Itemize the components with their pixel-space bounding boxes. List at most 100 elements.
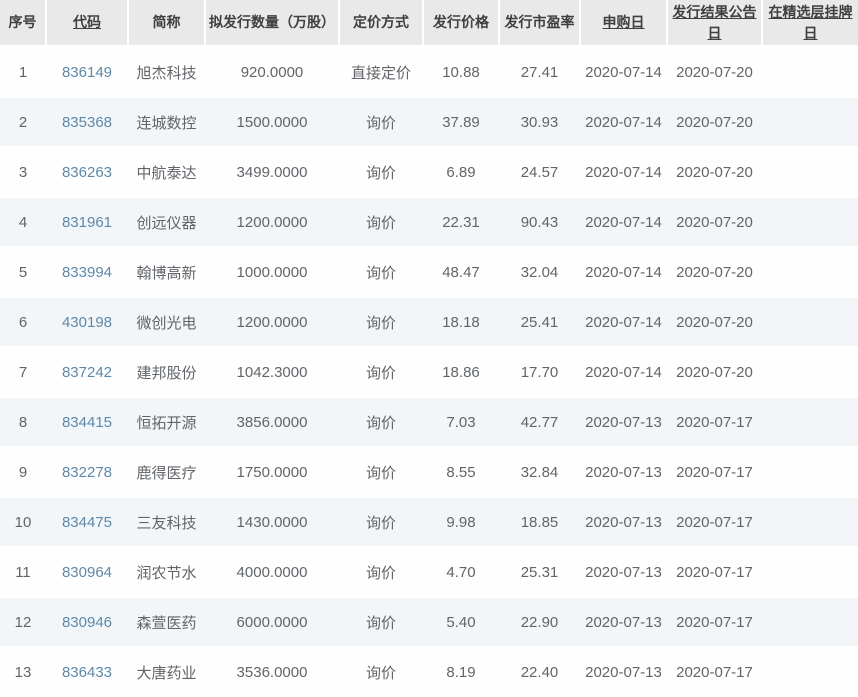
stock-code-link[interactable]: 830946: [62, 614, 112, 631]
cell-announcement-date: 2020-07-20: [667, 347, 762, 397]
cell-listing-date: [762, 597, 858, 647]
table-row: 9832278鹿得医疗1750.0000询价8.5532.842020-07-1…: [0, 447, 858, 497]
cell-pe-ratio-text: 30.93: [521, 114, 559, 131]
cell-name: 创远仪器: [128, 197, 205, 247]
col-header-listing-date[interactable]: 在精选层挂牌日: [762, 0, 858, 47]
stock-code-link[interactable]: 835368: [62, 114, 112, 131]
cell-issue-quantity-text: 1750.0000: [237, 464, 308, 481]
cell-pricing-method-text: 询价: [366, 165, 396, 182]
cell-pricing-method-text: 询价: [366, 315, 396, 332]
cell-issue-quantity: 4000.0000: [205, 547, 339, 597]
cell-index: 2: [0, 97, 46, 147]
cell-pe-ratio-text: 32.04: [521, 264, 559, 281]
cell-subscription-date: 2020-07-13: [580, 447, 667, 497]
col-header-announcement-date[interactable]: 发行结果公告日: [667, 0, 762, 47]
cell-pe-ratio-text: 25.31: [521, 564, 559, 581]
cell-index: 3: [0, 147, 46, 197]
cell-pe-ratio: 30.93: [499, 97, 580, 147]
col-header-code[interactable]: 代码: [46, 0, 128, 47]
col-header-label-code[interactable]: 代码: [73, 14, 101, 30]
cell-listing-date: [762, 497, 858, 547]
col-header-label-pe-ratio: 发行市盈率: [505, 14, 575, 30]
col-header-label-listing-date[interactable]: 在精选层挂牌日: [769, 4, 853, 40]
col-header-label-announcement-date[interactable]: 发行结果公告日: [673, 4, 757, 40]
cell-pricing-method-text: 直接定价: [351, 65, 411, 82]
cell-issue-quantity: 3536.0000: [205, 647, 339, 697]
cell-announcement-date-text: 2020-07-20: [676, 214, 753, 231]
cell-index-text: 4: [19, 214, 27, 231]
cell-issue-quantity-text: 1430.0000: [237, 514, 308, 531]
cell-index: 13: [0, 647, 46, 697]
cell-listing-date: [762, 547, 858, 597]
cell-pe-ratio: 42.77: [499, 397, 580, 447]
cell-issue-quantity: 3856.0000: [205, 397, 339, 447]
cell-name: 旭杰科技: [128, 47, 205, 98]
stock-code-link[interactable]: 832278: [62, 464, 112, 481]
cell-pricing-method: 询价: [339, 497, 423, 547]
cell-pricing-method-text: 询价: [366, 215, 396, 232]
stock-code-link[interactable]: 837242: [62, 364, 112, 381]
col-header-subscription-date[interactable]: 申购日: [580, 0, 667, 47]
cell-issue-quantity-text: 1500.0000: [237, 114, 308, 131]
cell-pricing-method-text: 询价: [366, 265, 396, 282]
cell-subscription-date: 2020-07-14: [580, 297, 667, 347]
stock-code-link[interactable]: 830964: [62, 564, 112, 581]
cell-announcement-date: 2020-07-20: [667, 197, 762, 247]
stock-code-link[interactable]: 833994: [62, 264, 112, 281]
cell-name-text: 大唐药业: [136, 665, 196, 682]
cell-subscription-date-text: 2020-07-13: [585, 514, 662, 531]
cell-name-text: 森萱医药: [136, 615, 196, 632]
table-row: 5833994翰博高新1000.0000询价48.4732.042020-07-…: [0, 247, 858, 297]
stock-code-link[interactable]: 430198: [62, 314, 112, 331]
cell-pricing-method: 询价: [339, 397, 423, 447]
cell-issue-price: 8.55: [423, 447, 499, 497]
cell-issue-price-text: 7.03: [446, 414, 475, 431]
ipo-table: 序号代码简称拟发行数量（万股）定价方式发行价格发行市盈率申购日发行结果公告日在精…: [0, 0, 858, 697]
cell-pe-ratio-text: 90.43: [521, 214, 559, 231]
cell-issue-price: 48.47: [423, 247, 499, 297]
cell-announcement-date-text: 2020-07-17: [676, 664, 753, 681]
cell-subscription-date-text: 2020-07-14: [585, 214, 662, 231]
cell-index-text: 13: [15, 664, 32, 681]
stock-code-link[interactable]: 836433: [62, 664, 112, 681]
cell-subscription-date-text: 2020-07-14: [585, 314, 662, 331]
stock-code-link[interactable]: 836149: [62, 64, 112, 81]
cell-pricing-method-text: 询价: [366, 665, 396, 682]
cell-pe-ratio-text: 18.85: [521, 514, 559, 531]
col-header-index: 序号: [0, 0, 46, 47]
stock-code-link[interactable]: 831961: [62, 214, 112, 231]
cell-issue-price: 10.88: [423, 47, 499, 98]
cell-index-text: 2: [19, 114, 27, 131]
cell-pricing-method: 询价: [339, 347, 423, 397]
cell-issue-quantity-text: 1200.0000: [237, 314, 308, 331]
cell-subscription-date-text: 2020-07-14: [585, 264, 662, 281]
cell-pe-ratio: 17.70: [499, 347, 580, 397]
stock-code-link[interactable]: 834475: [62, 514, 112, 531]
cell-index: 9: [0, 447, 46, 497]
cell-listing-date: [762, 447, 858, 497]
table-row: 12830946森萱医药6000.0000询价5.4022.902020-07-…: [0, 597, 858, 647]
cell-code: 830964: [46, 547, 128, 597]
cell-subscription-date: 2020-07-14: [580, 347, 667, 397]
col-header-pricing-method: 定价方式: [339, 0, 423, 47]
cell-issue-quantity: 1200.0000: [205, 297, 339, 347]
cell-index: 7: [0, 347, 46, 397]
cell-name-text: 三友科技: [136, 515, 196, 532]
stock-code-link[interactable]: 836263: [62, 164, 112, 181]
cell-issue-price-text: 48.47: [442, 264, 480, 281]
cell-pe-ratio-text: 17.70: [521, 364, 559, 381]
cell-name: 连城数控: [128, 97, 205, 147]
header-row: 序号代码简称拟发行数量（万股）定价方式发行价格发行市盈率申购日发行结果公告日在精…: [0, 0, 858, 47]
cell-code: 835368: [46, 97, 128, 147]
cell-issue-quantity: 1200.0000: [205, 197, 339, 247]
cell-pe-ratio-text: 22.90: [521, 614, 559, 631]
cell-subscription-date-text: 2020-07-14: [585, 164, 662, 181]
cell-pe-ratio-text: 42.77: [521, 414, 559, 431]
stock-code-link[interactable]: 834415: [62, 414, 112, 431]
cell-pricing-method: 询价: [339, 597, 423, 647]
cell-pricing-method: 询价: [339, 247, 423, 297]
cell-code: 836263: [46, 147, 128, 197]
col-header-label-subscription-date[interactable]: 申购日: [603, 14, 645, 30]
cell-listing-date: [762, 647, 858, 697]
cell-pricing-method-text: 询价: [366, 415, 396, 432]
